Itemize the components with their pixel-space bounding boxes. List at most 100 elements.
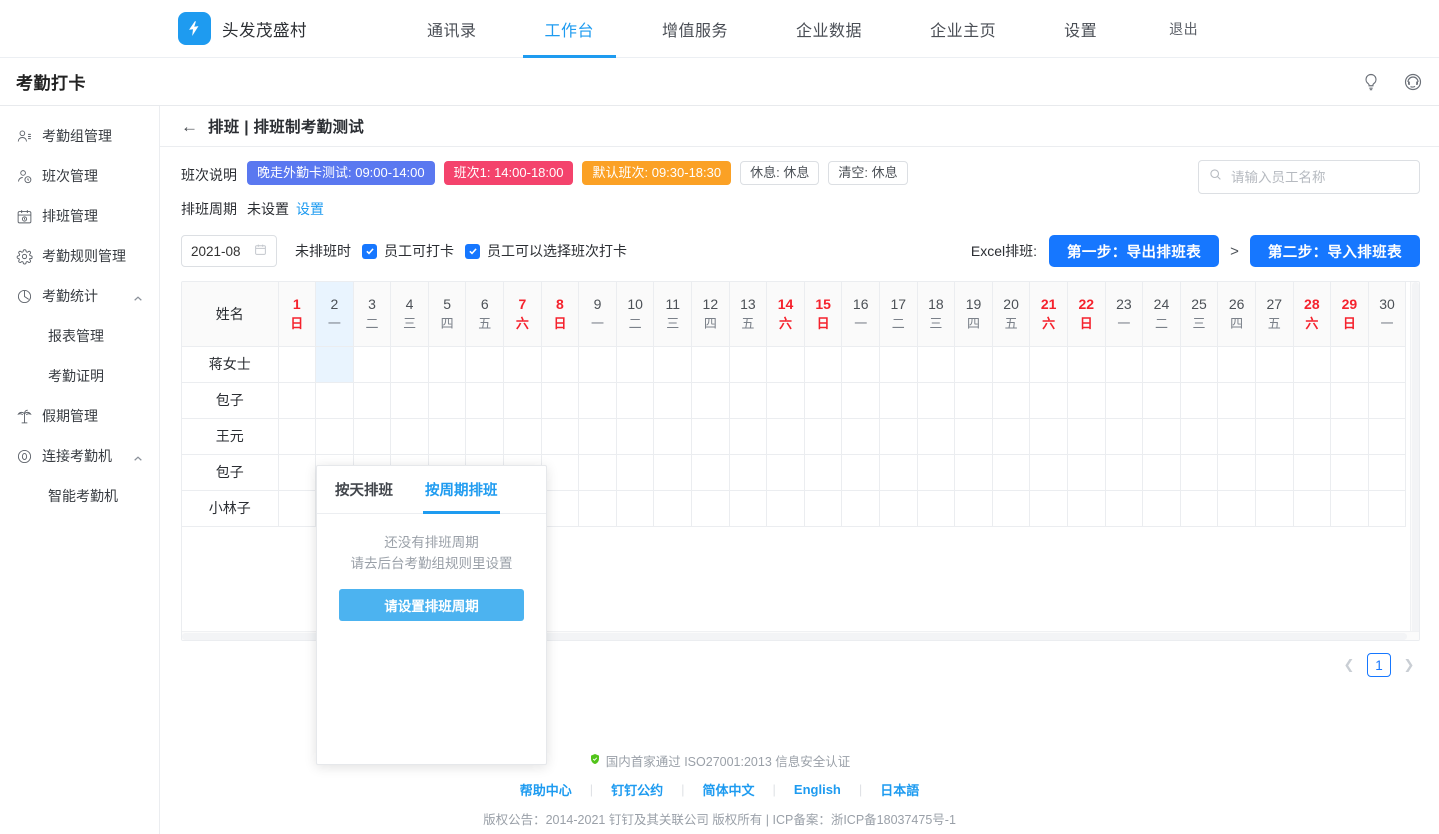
schedule-cell[interactable] — [880, 346, 918, 382]
schedule-cell[interactable] — [579, 418, 617, 454]
schedule-cell[interactable] — [917, 418, 955, 454]
column-header-day[interactable]: 2一 — [316, 282, 354, 346]
nav-item-workbench[interactable]: 工作台 — [545, 0, 595, 58]
column-header-day[interactable]: 28六 — [1293, 282, 1331, 346]
schedule-cell[interactable] — [1030, 490, 1068, 526]
schedule-cell[interactable] — [1368, 382, 1406, 418]
schedule-cell[interactable] — [1331, 490, 1369, 526]
nav-item-settings[interactable]: 设置 — [1064, 0, 1097, 58]
schedule-cell[interactable] — [992, 382, 1030, 418]
schedule-cell[interactable] — [729, 382, 767, 418]
schedule-cell[interactable] — [654, 346, 692, 382]
schedule-cell[interactable] — [917, 382, 955, 418]
schedule-cell[interactable] — [1255, 490, 1293, 526]
nav-item-enterprise-data[interactable]: 企业数据 — [796, 0, 862, 58]
schedule-cell[interactable] — [1255, 382, 1293, 418]
schedule-cell[interactable] — [353, 382, 391, 418]
schedule-cell[interactable] — [1293, 418, 1331, 454]
schedule-cell[interactable] — [804, 418, 842, 454]
export-schedule-button[interactable]: 第一步：导出排班表 — [1049, 235, 1219, 267]
schedule-cycle-settings-link[interactable]: 设置 — [296, 199, 324, 219]
column-header-day[interactable]: 15日 — [804, 282, 842, 346]
schedule-cell[interactable] — [1030, 346, 1068, 382]
schedule-cell[interactable] — [1180, 454, 1218, 490]
schedule-cell[interactable] — [316, 346, 354, 382]
schedule-cell[interactable] — [767, 490, 805, 526]
schedule-cell[interactable] — [1067, 418, 1105, 454]
schedule-cell[interactable] — [992, 490, 1030, 526]
schedule-cell[interactable] — [729, 490, 767, 526]
schedule-cell[interactable] — [955, 490, 993, 526]
schedule-cell[interactable] — [1105, 454, 1143, 490]
column-header-day[interactable]: 6五 — [466, 282, 504, 346]
schedule-cell[interactable] — [992, 418, 1030, 454]
schedule-cell[interactable] — [616, 346, 654, 382]
footer-link-japanese[interactable]: 日本語 — [862, 780, 937, 799]
schedule-cell[interactable] — [616, 490, 654, 526]
tab-by-cycle[interactable]: 按周期排班 — [425, 466, 498, 513]
schedule-cell[interactable] — [616, 454, 654, 490]
schedule-cell[interactable] — [316, 382, 354, 418]
sidebar-item-connect-device[interactable]: 连接考勤机 — [0, 436, 159, 476]
nav-item-value-added[interactable]: 增值服务 — [662, 0, 728, 58]
schedule-cell[interactable] — [955, 382, 993, 418]
schedule-cell[interactable] — [1180, 490, 1218, 526]
vertical-scrollbar[interactable] — [1410, 282, 1419, 640]
footer-link-simplified-chinese[interactable]: 简体中文 — [685, 780, 773, 799]
employee-search-box[interactable] — [1198, 160, 1420, 194]
set-schedule-cycle-button[interactable]: 请设置排班周期 — [339, 589, 524, 621]
schedule-cell[interactable] — [880, 382, 918, 418]
schedule-cell[interactable] — [466, 346, 504, 382]
schedule-cell[interactable] — [1067, 346, 1105, 382]
column-header-day[interactable]: 3二 — [353, 282, 391, 346]
schedule-cell[interactable] — [541, 346, 579, 382]
schedule-cell[interactable] — [654, 454, 692, 490]
schedule-cell[interactable] — [804, 382, 842, 418]
schedule-cell[interactable] — [917, 490, 955, 526]
sidebar-item-attendance-group[interactable]: 考勤组管理 — [0, 116, 159, 156]
schedule-cell[interactable] — [917, 346, 955, 382]
column-header-day[interactable]: 8日 — [541, 282, 579, 346]
search-input[interactable] — [1229, 169, 1409, 186]
schedule-cell[interactable] — [880, 490, 918, 526]
schedule-cell[interactable] — [1218, 418, 1256, 454]
schedule-cell[interactable] — [1368, 418, 1406, 454]
column-header-day[interactable]: 24二 — [1143, 282, 1181, 346]
schedule-cell[interactable] — [1030, 418, 1068, 454]
shift-chip-clear[interactable]: 清空: 休息 — [828, 161, 907, 185]
sidebar-item-holiday-management[interactable]: 假期管理 — [0, 396, 159, 436]
schedule-cell[interactable] — [880, 454, 918, 490]
schedule-cell[interactable] — [1293, 382, 1331, 418]
schedule-cell[interactable] — [391, 346, 429, 382]
schedule-cell[interactable] — [842, 490, 880, 526]
schedule-cell[interactable] — [654, 418, 692, 454]
schedule-cell[interactable] — [767, 418, 805, 454]
schedule-cell[interactable] — [1180, 382, 1218, 418]
schedule-cell[interactable] — [579, 454, 617, 490]
schedule-cell[interactable] — [1368, 490, 1406, 526]
column-header-day[interactable]: 12四 — [692, 282, 730, 346]
schedule-cell[interactable] — [654, 382, 692, 418]
schedule-cell[interactable] — [1143, 418, 1181, 454]
arrow-left-icon[interactable]: ← — [181, 118, 198, 135]
month-picker[interactable]: 2021-08 — [181, 235, 277, 267]
schedule-cell[interactable] — [428, 418, 466, 454]
schedule-cell[interactable] — [1255, 418, 1293, 454]
column-header-day[interactable]: 17二 — [880, 282, 918, 346]
schedule-cell[interactable] — [1105, 490, 1143, 526]
schedule-cell[interactable] — [616, 382, 654, 418]
schedule-cell[interactable] — [316, 418, 354, 454]
schedule-cell[interactable] — [804, 346, 842, 382]
schedule-cell[interactable] — [1067, 490, 1105, 526]
schedule-cell[interactable] — [729, 418, 767, 454]
schedule-cell[interactable] — [1255, 454, 1293, 490]
schedule-cell[interactable] — [1143, 454, 1181, 490]
schedule-cell[interactable] — [278, 382, 316, 418]
schedule-cell[interactable] — [955, 454, 993, 490]
nav-item-contacts[interactable]: 通讯录 — [427, 0, 477, 58]
schedule-cell[interactable] — [692, 382, 730, 418]
lightbulb-icon[interactable] — [1361, 72, 1381, 92]
schedule-cell[interactable] — [278, 490, 316, 526]
schedule-cell[interactable] — [692, 490, 730, 526]
schedule-cell[interactable] — [842, 418, 880, 454]
